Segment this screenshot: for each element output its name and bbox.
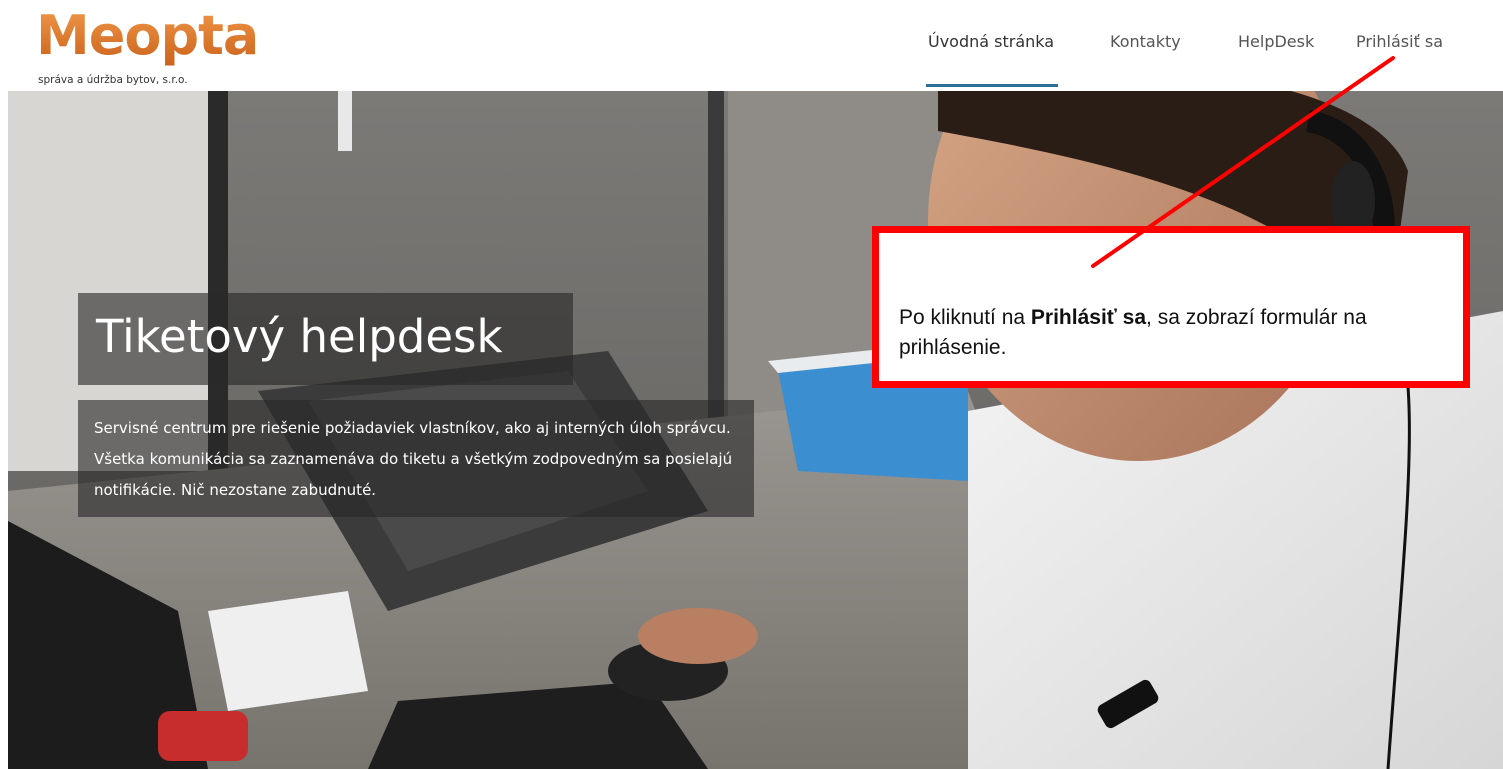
nav-item-helpdesk[interactable]: HelpDesk xyxy=(1238,32,1314,51)
nav-item-home[interactable]: Úvodná stránka xyxy=(928,32,1054,51)
annotation-text-before: Po kliknutí na xyxy=(899,306,1031,329)
nav-item-login[interactable]: Prihlásiť sa xyxy=(1356,32,1443,51)
brand-logo[interactable]: Meopta správa a údržba bytov, s.r.o. xyxy=(36,4,266,90)
logo-wordmark: Meopta xyxy=(36,4,259,67)
hero-title-panel: Tiketový helpdesk xyxy=(78,293,573,385)
hero-subtitle-panel: Servisné centrum pre riešenie požiadavie… xyxy=(78,400,754,517)
page: Meopta správa a údržba bytov, s.r.o. Úvo… xyxy=(0,0,1503,769)
annotation-callout: Po kliknutí na Prihlásiť sa, sa zobrazí … xyxy=(872,226,1470,388)
hero-title: Tiketový helpdesk xyxy=(96,310,503,363)
nav-item-contacts[interactable]: Kontakty xyxy=(1110,32,1181,51)
site-header: Meopta správa a údržba bytov, s.r.o. Úvo… xyxy=(0,0,1503,91)
hero-subtitle: Servisné centrum pre riešenie požiadavie… xyxy=(94,419,733,499)
logo-tagline: správa a údržba bytov, s.r.o. xyxy=(38,74,188,86)
hero-banner: Tiketový helpdesk Servisné centrum pre r… xyxy=(8,91,1503,769)
annotation-text-bold: Prihlásiť sa xyxy=(1030,306,1147,329)
nav-active-indicator xyxy=(926,84,1058,87)
annotation-text: Po kliknutí na Prihlásiť sa, sa zobrazí … xyxy=(899,303,1459,363)
